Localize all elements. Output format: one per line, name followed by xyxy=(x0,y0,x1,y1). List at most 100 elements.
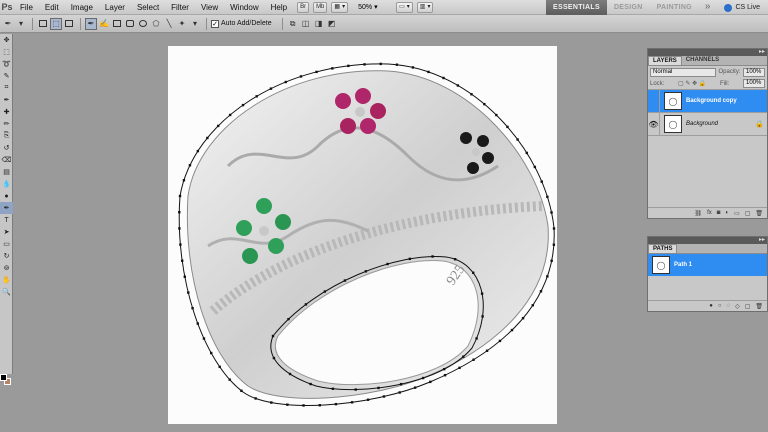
anchor-point[interactable] xyxy=(480,292,484,295)
brush-icon[interactable]: ✏ xyxy=(0,118,13,130)
anchor-point[interactable] xyxy=(284,80,287,84)
anchor-point[interactable] xyxy=(187,291,190,294)
minibridge-icon-button[interactable]: Mb xyxy=(313,1,328,13)
anchor-point[interactable] xyxy=(533,165,537,169)
new-layer-icon[interactable]: ▢ xyxy=(745,210,751,217)
anchor-point[interactable] xyxy=(453,258,457,261)
anchor-point[interactable] xyxy=(442,76,445,80)
anchor-point[interactable] xyxy=(272,356,276,360)
menu-select[interactable]: Select xyxy=(131,0,165,15)
anchor-point[interactable] xyxy=(472,271,475,274)
anchor-point[interactable] xyxy=(421,376,425,380)
anchor-point[interactable] xyxy=(506,125,509,129)
anchor-point[interactable] xyxy=(302,404,305,407)
path-row[interactable]: ◯ Path 1 xyxy=(648,254,767,276)
fill-path-icon[interactable]: ● xyxy=(709,303,713,309)
panel-titlebar[interactable]: ▸▸ xyxy=(648,237,767,244)
anchor-point[interactable] xyxy=(495,113,498,117)
anchor-point[interactable] xyxy=(178,194,182,198)
add-to-path-icon[interactable]: ⧉ xyxy=(287,18,299,30)
menu-view[interactable]: View xyxy=(195,0,224,15)
workspace-design[interactable]: DESIGN xyxy=(607,0,650,15)
fill-field[interactable]: 100% xyxy=(743,79,765,88)
hand-icon[interactable]: ✋ xyxy=(0,274,13,286)
make-path-icon[interactable]: ◇ xyxy=(735,303,740,310)
screen-mode-button[interactable]: ▭ ▾ xyxy=(396,1,413,13)
paths-mode-icon[interactable]: ⬚ xyxy=(50,17,62,30)
anchor-point[interactable] xyxy=(196,322,199,325)
layer-row-background[interactable]: 👁 ◯ Background 🔒 xyxy=(648,112,767,136)
foreground-color-swatch[interactable] xyxy=(0,374,7,381)
anchor-point[interactable] xyxy=(552,243,556,246)
tab-paths[interactable]: PATHS xyxy=(648,244,678,253)
anchor-point[interactable] xyxy=(178,227,181,230)
anchor-point[interactable] xyxy=(180,259,184,262)
anchor-point[interactable] xyxy=(254,397,257,400)
anchor-point[interactable] xyxy=(443,367,446,371)
anchor-point[interactable] xyxy=(550,211,553,214)
anchor-point[interactable] xyxy=(475,337,478,340)
anchor-point[interactable] xyxy=(347,64,350,68)
anchor-point[interactable] xyxy=(179,243,182,246)
extras-dropdown[interactable]: ▦ ▾ xyxy=(331,1,349,13)
ellipse-icon[interactable] xyxy=(137,18,149,30)
anchor-point[interactable] xyxy=(183,275,187,278)
new-path-icon[interactable]: ▢ xyxy=(745,303,751,310)
line-icon[interactable]: ╲ xyxy=(163,18,175,30)
anchor-point[interactable] xyxy=(318,404,321,407)
anchor-point[interactable] xyxy=(309,382,312,386)
anchor-point[interactable] xyxy=(286,403,289,406)
anchor-point[interactable] xyxy=(206,136,209,140)
anchor-point[interactable] xyxy=(178,210,181,214)
anchor-point[interactable] xyxy=(462,355,465,358)
tab-layers[interactable]: LAYERS xyxy=(648,56,682,65)
auto-add-delete-checkbox[interactable]: ✓ xyxy=(211,19,219,28)
document-canvas[interactable]: 925 xyxy=(168,46,557,424)
healing-icon[interactable]: ✚ xyxy=(0,106,13,118)
fx-icon[interactable]: fx xyxy=(707,210,712,216)
eraser-icon[interactable]: ⌫ xyxy=(0,154,13,166)
anchor-point[interactable] xyxy=(288,372,292,376)
layer-row-background-copy[interactable]: ◯ Background copy xyxy=(648,89,767,113)
3d-orbit-icon[interactable]: ⊚ xyxy=(0,262,13,274)
menu-window[interactable]: Window xyxy=(224,0,264,15)
zoom-level-dropdown[interactable]: 50% ▾ xyxy=(358,2,392,13)
move-icon[interactable]: ✥ xyxy=(0,34,13,46)
anchor-point[interactable] xyxy=(240,389,243,392)
anchor-point[interactable] xyxy=(196,149,200,153)
menu-layer[interactable]: Layer xyxy=(99,0,131,15)
adjustment-icon[interactable]: ◐ xyxy=(725,210,729,216)
anchor-point[interactable] xyxy=(413,386,417,389)
anchor-point[interactable] xyxy=(411,66,415,69)
clone-stamp-icon[interactable]: ⎘ xyxy=(0,130,13,142)
menu-file[interactable]: File xyxy=(14,0,39,15)
chevron-down-icon[interactable]: ▾ xyxy=(15,18,27,30)
custom-shape-icon[interactable]: ✦ xyxy=(176,18,188,30)
path-select-icon[interactable]: ➤ xyxy=(0,226,13,238)
anchor-point[interactable] xyxy=(525,151,528,155)
eyedropper-icon[interactable]: ✒ xyxy=(0,94,13,106)
lasso-icon[interactable]: ➰ xyxy=(0,58,13,70)
intersect-path-icon[interactable]: ◨ xyxy=(313,18,325,30)
pen-icon[interactable]: ✒ xyxy=(85,17,97,30)
quick-select-icon[interactable]: ✎ xyxy=(0,70,13,82)
pen-icon[interactable]: ✒ xyxy=(0,202,13,214)
anchor-point[interactable] xyxy=(395,63,399,66)
anchor-point[interactable] xyxy=(516,138,519,141)
anchor-point[interactable] xyxy=(483,102,486,106)
anchor-point[interactable] xyxy=(255,95,258,98)
workspace-essentials[interactable]: ESSENTIALS xyxy=(546,0,607,15)
tab-channels[interactable]: CHANNELS xyxy=(682,56,723,65)
blur-icon[interactable]: 💧 xyxy=(0,178,13,190)
anchor-point[interactable] xyxy=(354,388,357,391)
crop-icon[interactable]: ⌗ xyxy=(0,82,13,94)
anchor-point[interactable] xyxy=(270,401,273,404)
fill-pixels-icon[interactable] xyxy=(63,18,75,30)
anchor-point[interactable] xyxy=(427,70,430,74)
marquee-icon[interactable]: ⬚ xyxy=(0,46,13,58)
anchor-point[interactable] xyxy=(531,304,535,307)
lock-icons[interactable]: ▢ ✎ ✥ 🔒 xyxy=(678,80,706,87)
anchor-point[interactable] xyxy=(458,366,461,370)
anchor-point[interactable] xyxy=(343,279,347,282)
anchor-point[interactable] xyxy=(323,290,327,293)
